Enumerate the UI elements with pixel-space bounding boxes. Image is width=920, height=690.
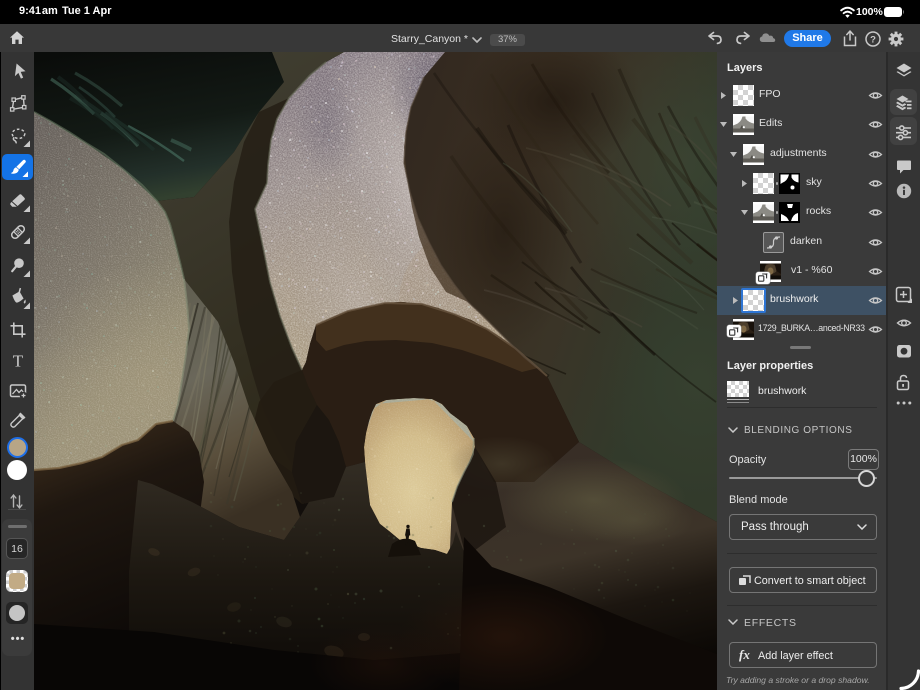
svg-text:T: T — [12, 352, 23, 371]
svg-text:?: ? — [870, 34, 876, 45]
